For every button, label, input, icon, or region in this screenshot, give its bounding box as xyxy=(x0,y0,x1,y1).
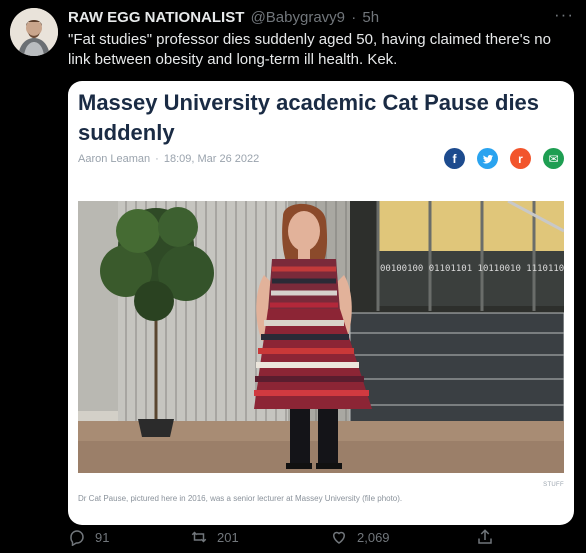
wall-binary-text: 00100100 01101101 10110010 11101101 xyxy=(380,264,564,274)
email-icon[interactable]: ✉ xyxy=(543,148,564,169)
facebook-icon[interactable]: f xyxy=(444,148,465,169)
reply-button[interactable]: 91 xyxy=(68,528,109,546)
byline-separator: · xyxy=(155,153,159,165)
avatar-image xyxy=(10,8,58,56)
retweet-count: 201 xyxy=(217,529,239,545)
more-options-icon[interactable]: ··· xyxy=(554,5,574,25)
tweet[interactable]: RAW EGG NATIONALIST @Babygravy9 · 5h ···… xyxy=(0,0,586,553)
reddit-icon[interactable]: r xyxy=(510,148,531,169)
article-photo: 00100100 01101101 10110010 11101101 xyxy=(78,201,564,473)
article-headline[interactable]: Massey University academic Cat Pause die… xyxy=(78,88,558,148)
window-wall: 00100100 01101101 10110010 11101101 xyxy=(350,201,564,316)
share-button[interactable] xyxy=(476,528,494,546)
reply-icon xyxy=(70,530,84,546)
article-date: 18:09, Mar 26 2022 xyxy=(163,153,260,165)
reply-count: 91 xyxy=(95,529,110,545)
share-bar: f r ✉ xyxy=(444,148,564,169)
author-name[interactable]: RAW EGG NATIONALIST xyxy=(68,9,244,26)
retweet-icon xyxy=(191,531,207,543)
avatar[interactable] xyxy=(10,8,58,56)
tweet-text: "Fat studies" professor dies suddenly ag… xyxy=(68,31,551,68)
article-author: Aaron Leaman xyxy=(78,153,151,165)
author-handle[interactable]: @Babygravy9 xyxy=(251,9,345,26)
tweet-timestamp[interactable]: 5h xyxy=(362,9,379,26)
tweet-actions: 91 201 2,069 xyxy=(68,528,558,548)
photo-caption: Dr Cat Pause, pictured here in 2016, was… xyxy=(78,494,403,503)
tweet-header: RAW EGG NATIONALIST @Babygravy9 · 5h xyxy=(68,9,379,27)
twitter-icon[interactable] xyxy=(477,148,498,169)
like-button[interactable]: 2,069 xyxy=(330,528,390,546)
header-separator: · xyxy=(351,9,357,26)
article-byline: Aaron Leaman · 18:09, Mar 26 2022 xyxy=(78,153,259,165)
link-preview-card[interactable]: Massey University academic Cat Pause die… xyxy=(68,81,574,525)
heart-icon xyxy=(332,531,346,544)
retweet-button[interactable]: 201 xyxy=(190,528,239,546)
like-count: 2,069 xyxy=(357,529,390,545)
photo-credit: STUFF xyxy=(543,482,564,488)
share-icon xyxy=(478,529,492,544)
article-photo-illustration: 00100100 01101101 10110010 11101101 xyxy=(78,201,564,473)
